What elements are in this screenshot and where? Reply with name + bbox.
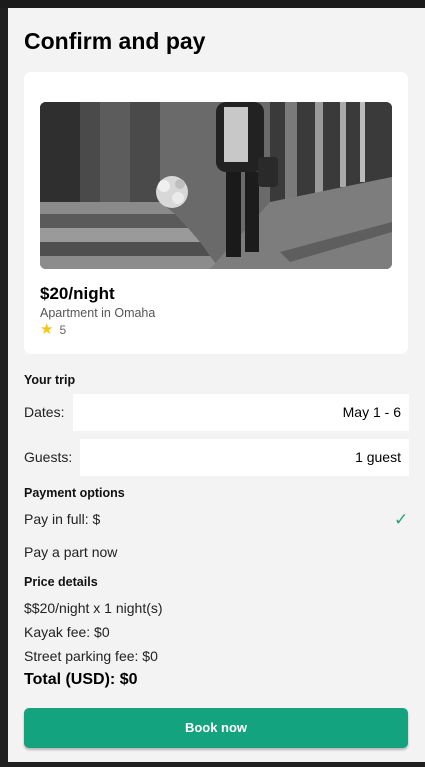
guests-field[interactable]: 1 guest [80, 439, 409, 476]
price-details-heading: Price details [24, 575, 98, 589]
listing-photo [40, 102, 392, 269]
checkmark-icon: ✓ [394, 510, 409, 529]
rating-value: 5 [59, 322, 67, 337]
star-icon: ★ [40, 321, 54, 338]
trip-heading: Your trip [24, 373, 76, 387]
kayak-fee: Kayak fee: $0 [24, 624, 110, 640]
pay-full-option[interactable]: Pay in full: $ [24, 511, 100, 527]
window-top-bar [0, 0, 425, 8]
page-title: Confirm and pay [24, 28, 206, 54]
listing-rating: ★ 5 [40, 322, 66, 337]
listing-card: $20/night Apartment in Omaha ★ 5 [24, 72, 408, 354]
book-now-button[interactable]: Book now [24, 708, 408, 748]
dates-field[interactable]: May 1 - 6 [73, 394, 409, 431]
guests-label: Guests: [24, 449, 73, 465]
total-price: Total (USD): $0 [24, 671, 138, 688]
dates-label: Dates: [24, 404, 65, 420]
checkout-panel: Confirm and pay $20/night Apartment in O… [8, 8, 425, 763]
listing-price: $20/night [40, 284, 115, 303]
pay-part-option[interactable]: Pay a part now [24, 544, 117, 560]
payment-heading: Payment options [24, 486, 125, 500]
parking-fee: Street parking fee: $0 [24, 648, 158, 664]
nightly-rate: $$20/night x 1 night(s) [24, 600, 163, 616]
window-bottom-edge [8, 762, 425, 767]
listing-type: Apartment in Omaha [40, 306, 156, 320]
window-left-edge [0, 8, 8, 767]
